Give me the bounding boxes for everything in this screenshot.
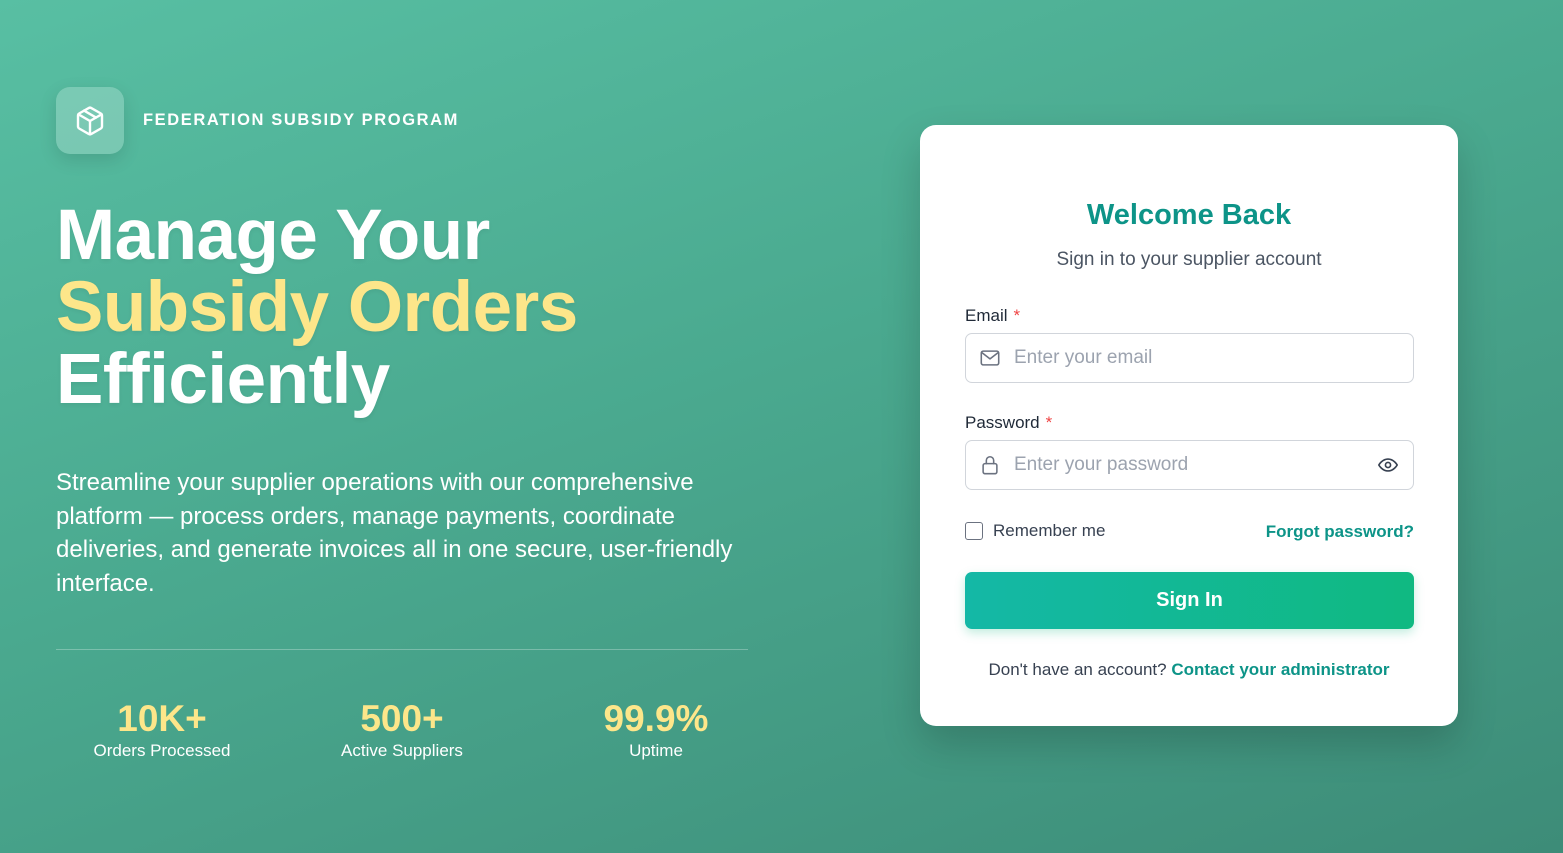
stat-orders: 10K+ Orders Processed <box>56 698 268 762</box>
headline-line-1: Manage Your <box>56 196 490 275</box>
stat-label: Orders Processed <box>93 741 231 760</box>
package-box-icon <box>56 87 124 154</box>
contact-admin-link[interactable]: Contact your administrator <box>1171 660 1389 679</box>
stat-uptime: 99.9% Uptime <box>536 698 776 762</box>
signup-prompt: Don't have an account? Contact your admi… <box>920 660 1458 680</box>
brand-header: FEDERATION SUBSIDY PROGRAM <box>56 87 459 154</box>
mail-icon <box>966 347 1014 369</box>
stats-row: 10K+ Orders Processed 500+ Active Suppli… <box>56 698 776 762</box>
password-input[interactable] <box>1014 441 1363 489</box>
login-subtitle: Sign in to your supplier account <box>1056 249 1322 270</box>
hero-headline: Manage Your Subsidy Orders Efficiently <box>56 200 578 416</box>
stat-label: Uptime <box>629 741 683 760</box>
password-label-text: Password <box>965 413 1040 432</box>
password-field[interactable] <box>965 440 1414 490</box>
stat-value: 10K+ <box>117 698 207 739</box>
password-label: Password * <box>965 413 1052 433</box>
stat-suppliers: 500+ Active Suppliers <box>268 698 536 762</box>
headline-line-3: Efficiently <box>56 340 390 419</box>
forgot-password-link[interactable]: Forgot password? <box>1266 522 1414 542</box>
signup-prompt-text: Don't have an account? <box>988 660 1167 679</box>
sign-in-button[interactable]: Sign In <box>965 572 1414 629</box>
hero-divider <box>56 649 748 650</box>
stat-label: Active Suppliers <box>341 741 463 760</box>
required-asterisk: * <box>1013 306 1021 325</box>
login-card: Welcome Back Sign in to your supplier ac… <box>920 125 1458 726</box>
headline-line-2: Subsidy Orders <box>56 268 578 347</box>
remember-me[interactable]: Remember me <box>965 521 1105 541</box>
remember-label[interactable]: Remember me <box>993 521 1105 541</box>
stat-value: 500+ <box>360 698 444 739</box>
lock-icon <box>966 454 1014 476</box>
show-password-eye-icon[interactable] <box>1363 454 1413 476</box>
brand-name: FEDERATION SUBSIDY PROGRAM <box>143 111 460 129</box>
email-label: Email * <box>965 306 1020 326</box>
stat-value: 99.9% <box>603 698 709 739</box>
email-field[interactable] <box>965 333 1414 383</box>
required-asterisk: * <box>1045 413 1053 432</box>
hero-description: Streamline your supplier operations with… <box>56 469 733 597</box>
remember-checkbox[interactable] <box>965 522 983 540</box>
email-input[interactable] <box>1014 334 1413 382</box>
login-title: Welcome Back <box>1086 199 1292 231</box>
email-label-text: Email <box>965 306 1008 325</box>
